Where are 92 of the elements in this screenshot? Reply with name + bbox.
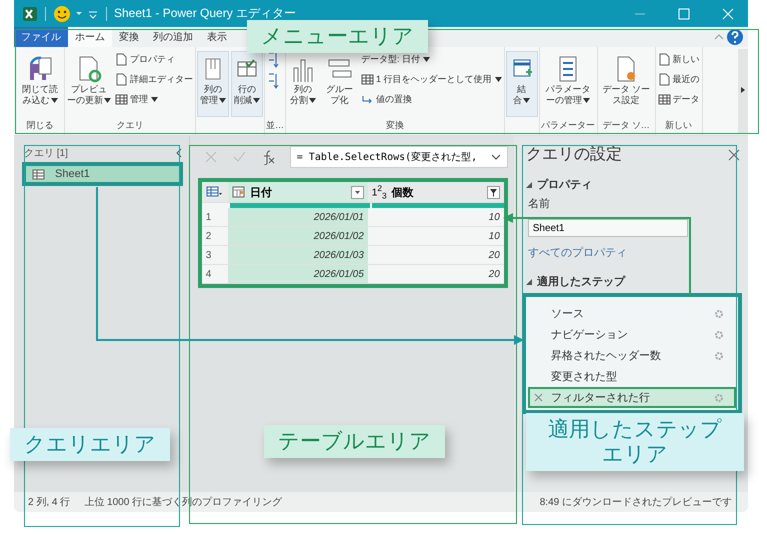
- calendar-icon: [232, 186, 245, 198]
- group-label: 閉じる: [26, 119, 54, 132]
- status-text: 8:49 にダウンロードされたプレビューです: [540, 496, 732, 509]
- group-label: 新しい: [664, 119, 694, 132]
- document-icon: [115, 53, 128, 66]
- ribbon-button[interactable]: 列の管理: [197, 51, 229, 117]
- spreadsheet-icon[interactable]: [22, 6, 38, 22]
- ribbon-tab[interactable]: 表示: [200, 27, 234, 47]
- ribbon-button[interactable]: 詳細エディター: [114, 71, 194, 88]
- expand-icon[interactable]: [526, 182, 532, 188]
- dropdown-icon[interactable]: [350, 186, 364, 198]
- annotation-label: クエリエリア: [10, 428, 170, 462]
- row-number: 3: [204, 248, 212, 262]
- ribbon-button[interactable]: 管理: [114, 91, 194, 108]
- all-properties-link[interactable]: すべてのプロパティ: [526, 245, 740, 260]
- table-cell: 2026/01/01: [228, 208, 368, 226]
- help-icon[interactable]: [726, 28, 744, 46]
- close-icon[interactable]: [728, 148, 740, 160]
- column-header[interactable]: 日付: [228, 182, 368, 202]
- group-label: データ ソ…: [601, 119, 651, 132]
- pane-title: クエリの設定: [526, 145, 622, 165]
- annotation-label: 適用したステップエリア: [526, 413, 744, 472]
- table-cell: 2026/01/05: [228, 265, 368, 283]
- document-icon: [658, 53, 671, 66]
- ribbon-button[interactable]: データ: [656, 91, 701, 108]
- table-cell-text: 20: [488, 268, 501, 282]
- ribbon-button[interactable]: データ ソース設定: [598, 51, 654, 117]
- ribbon-button[interactable]: 1 行目をヘッダーとして使用: [360, 71, 503, 88]
- applied-step[interactable]: 昇格されたヘッダー数: [528, 345, 736, 366]
- window-title: Sheet1 - Power Query エディター: [114, 5, 296, 22]
- table-cell-text: 10: [488, 210, 501, 224]
- collapse-icon[interactable]: [712, 32, 726, 42]
- section-heading: 適用したステップ: [536, 274, 625, 289]
- customize-icon[interactable]: [87, 8, 99, 18]
- document-icon: [115, 73, 128, 86]
- applied-step[interactable]: ソース: [528, 303, 736, 324]
- ribbon-button[interactable]: 列の分割: [287, 51, 319, 117]
- expand-icon[interactable]: [526, 278, 532, 284]
- table-cell-text: 10: [488, 230, 501, 244]
- sort-ascending-icon[interactable]: [266, 51, 280, 69]
- name-field[interactable]: Sheet1: [528, 219, 688, 237]
- ribbon-button[interactable]: 新しい: [656, 51, 701, 68]
- ribbon-button[interactable]: 行の削減: [231, 51, 263, 117]
- ribbon-tab[interactable]: 変換: [112, 27, 146, 47]
- ribbon-tab[interactable]: ファイル: [14, 27, 68, 47]
- table-icon: [658, 93, 671, 106]
- status-text: 2 列, 4 行: [28, 496, 70, 509]
- delete-icon[interactable]: [534, 393, 543, 402]
- group-label: 並…: [266, 119, 284, 132]
- table-cell: 2026/01/03: [228, 246, 368, 264]
- chevron-down-icon[interactable]: [490, 153, 501, 161]
- table-cell-text: 20: [488, 248, 501, 262]
- ribbon-button[interactable]: 値の置換: [360, 91, 503, 108]
- ribbon-button[interactable]: 最近の: [656, 71, 701, 88]
- table-menu-icon[interactable]: [206, 186, 222, 198]
- column-header[interactable]: 1$^{2}$$_{3}$ 個数: [368, 182, 504, 202]
- filter-icon[interactable]: [486, 186, 500, 198]
- ribbon-button[interactable]: グループ化: [321, 51, 358, 117]
- group-label: クエリ: [116, 119, 144, 132]
- group-label: 変換: [384, 119, 405, 132]
- field-label: 名前: [526, 197, 551, 211]
- row-number: 4: [204, 268, 212, 282]
- ribbon-button[interactable]: プロパティ: [114, 51, 194, 68]
- annotation-label: テーブルエリア: [264, 425, 445, 458]
- row-number: 2: [204, 230, 212, 244]
- pane-title: クエリ [1]: [24, 147, 68, 160]
- formula-field[interactable]: = Table.SelectRows(変更された型,: [290, 146, 508, 168]
- ribbon-tab[interactable]: 列の追加: [146, 27, 200, 47]
- caret-icon[interactable]: [75, 10, 83, 18]
- section-heading: プロパティ: [536, 178, 592, 192]
- row-number: 1: [204, 210, 212, 224]
- ribbon-button[interactable]: パラメーターの管理: [540, 51, 596, 117]
- applied-step[interactable]: ナビゲーション: [528, 324, 736, 345]
- table-icon: [115, 93, 128, 106]
- table-cell: 2026/01/02: [228, 227, 368, 245]
- sort-descending-icon[interactable]: [266, 72, 280, 90]
- applied-step[interactable]: 変更された型: [528, 366, 736, 387]
- ribbon-button[interactable]: 閉じて読み込む: [17, 51, 63, 117]
- applied-step[interactable]: フィルターされた行: [528, 387, 736, 408]
- ribbon-button[interactable]: 結合: [506, 51, 538, 117]
- table-icon: [361, 73, 374, 86]
- annotation-label: メニューエリア: [247, 20, 428, 54]
- ribbon-button[interactable]: プレビューの更新: [66, 51, 112, 117]
- ribbon-button[interactable]: データ型: 日付: [360, 51, 503, 68]
- smiley-icon[interactable]: [53, 4, 71, 22]
- replace-icon: [361, 93, 374, 106]
- group-label: パラメーター: [540, 119, 596, 132]
- query-item[interactable]: Sheet1: [22, 162, 183, 186]
- ribbon-tab[interactable]: ホーム: [68, 27, 112, 47]
- collapse-icon[interactable]: [174, 148, 183, 158]
- document-icon: [658, 73, 671, 86]
- table-icon: [32, 168, 45, 180]
